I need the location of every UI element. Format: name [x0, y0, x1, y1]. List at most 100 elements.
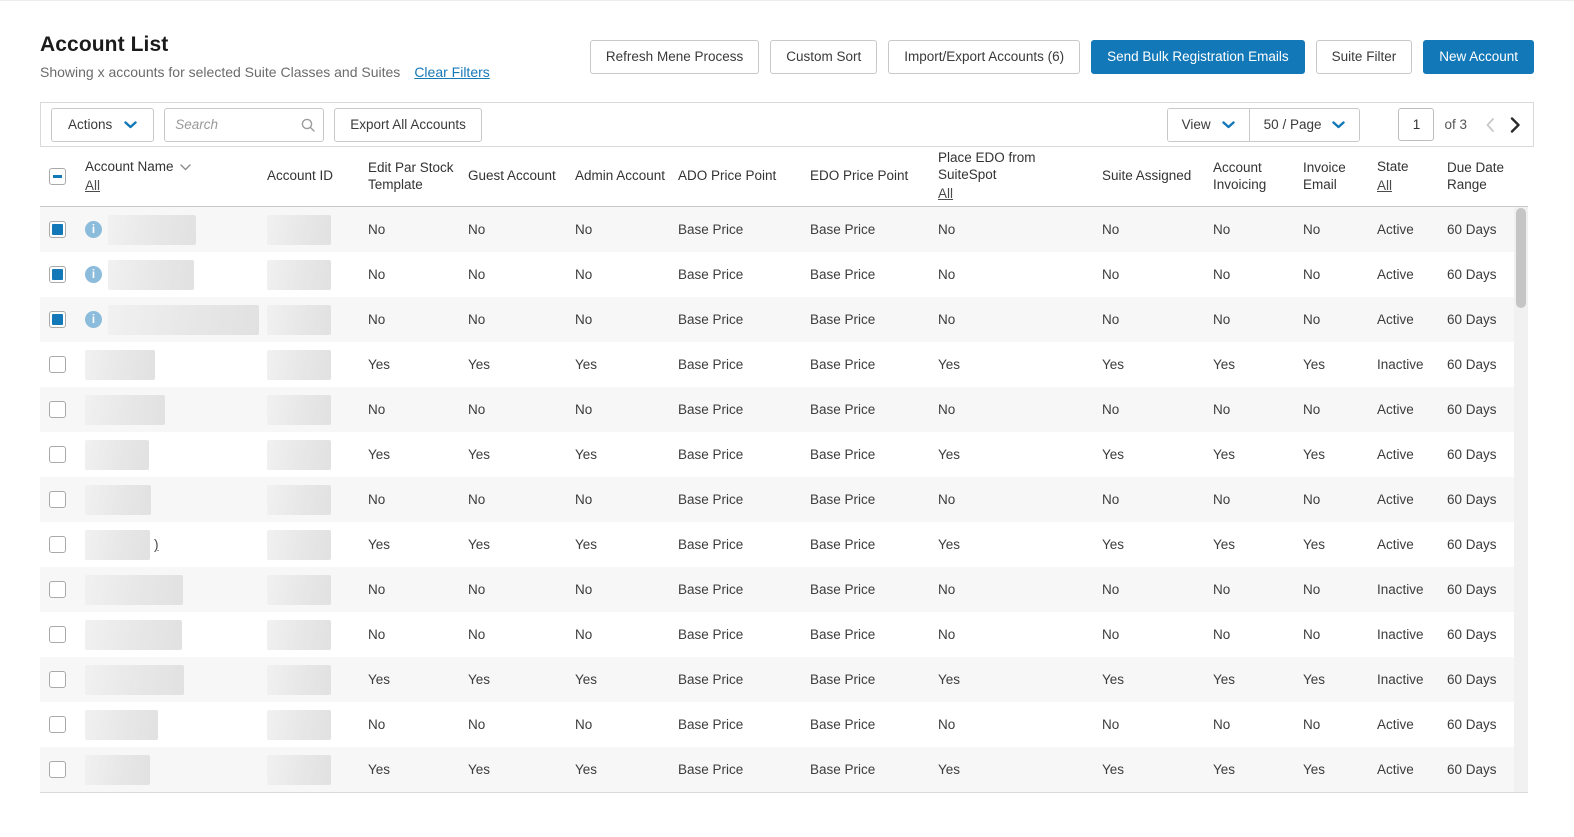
- admin-account-cell: No: [575, 312, 678, 327]
- state-value: Inactive: [1377, 357, 1424, 372]
- row-checkbox[interactable]: [49, 491, 66, 508]
- account-invoicing-value: Yes: [1213, 537, 1236, 552]
- view-dropdown[interactable]: View: [1167, 108, 1249, 141]
- edit-par-stock-cell: No: [368, 627, 468, 642]
- place-edo-value: Yes: [938, 357, 961, 372]
- account-invoicing-value: No: [1213, 627, 1231, 642]
- table-row: Yes Yes Yes Base Price Base Price Yes Yes Yes Ye…: [40, 657, 1514, 702]
- info-icon[interactable]: i: [85, 266, 102, 283]
- edo-price-point-value: Base Price: [810, 672, 876, 687]
- table-row: No No No Base Price Base Price No No No No Active…: [40, 477, 1514, 522]
- place-edo-cell: Yes: [938, 357, 1102, 372]
- suite-assigned-value: No: [1102, 222, 1120, 237]
- next-page-button[interactable]: [1507, 114, 1523, 136]
- row-checkbox[interactable]: [49, 446, 66, 463]
- row-checkbox[interactable]: [49, 581, 66, 598]
- row-checkbox[interactable]: [49, 536, 66, 553]
- column-label-row-admin_account: Admin Account: [575, 168, 670, 185]
- actions-label: Actions: [68, 117, 113, 132]
- suite-filter-button[interactable]: Suite Filter: [1315, 39, 1413, 74]
- place-edo-value: No: [938, 492, 956, 507]
- row-select-cell: [40, 401, 85, 418]
- row-checkbox[interactable]: [49, 401, 66, 418]
- edo-price-point-cell: Base Price: [810, 222, 938, 237]
- row-checkbox[interactable]: [49, 761, 66, 778]
- suite-assigned-value: No: [1102, 312, 1120, 327]
- row-checkbox[interactable]: [49, 716, 66, 733]
- guest-account-value: No: [468, 267, 486, 282]
- info-icon[interactable]: i: [85, 311, 102, 328]
- prev-page-button[interactable]: [1483, 115, 1497, 135]
- sort-chevron-down-icon: [179, 163, 191, 170]
- filter-all-link-place_edo[interactable]: All: [938, 186, 953, 203]
- column-header-suite_assigned: Suite Assigned: [1102, 168, 1213, 185]
- edo-price-point-value: Base Price: [810, 537, 876, 552]
- account-name-cell: [85, 574, 267, 605]
- edo-price-point-cell: Base Price: [810, 762, 938, 777]
- row-checkbox[interactable]: [49, 311, 66, 328]
- column-label-name[interactable]: Account Name: [85, 159, 174, 176]
- account-invoicing-cell: No: [1213, 717, 1303, 732]
- search-icon: [301, 118, 315, 132]
- per-page-label: 50 / Page: [1263, 117, 1322, 132]
- due-date-range-cell: 60 Days: [1447, 762, 1514, 777]
- suite-assigned-value: No: [1102, 402, 1120, 417]
- guest-account-cell: No: [468, 402, 575, 417]
- vertical-scrollbar[interactable]: [1514, 207, 1528, 792]
- pagination: of 3: [1398, 108, 1523, 141]
- place-edo-value: No: [938, 627, 956, 642]
- guest-account-value: Yes: [468, 357, 491, 372]
- state-value: Active: [1377, 222, 1414, 237]
- clear-filters-link[interactable]: Clear Filters: [414, 64, 489, 80]
- select-all-column-header: [40, 168, 85, 185]
- send-bulk-registration-emails-button[interactable]: Send Bulk Registration Emails: [1091, 39, 1305, 74]
- guest-account-cell: Yes: [468, 447, 575, 462]
- row-checkbox[interactable]: [49, 671, 66, 688]
- state-cell: Inactive: [1377, 582, 1447, 597]
- account-name-link-fragment[interactable]: ): [154, 537, 159, 552]
- edit-par-stock-value: No: [368, 717, 386, 732]
- info-icon[interactable]: i: [85, 221, 102, 238]
- invoice-email-cell: No: [1303, 627, 1377, 642]
- admin-account-value: Yes: [575, 357, 598, 372]
- guest-account-cell: Yes: [468, 672, 575, 687]
- admin-account-cell: Yes: [575, 357, 678, 372]
- row-checkbox[interactable]: [49, 626, 66, 643]
- filter-all-link-name[interactable]: All: [85, 178, 100, 195]
- account-id-cell: [267, 259, 368, 290]
- select-all-checkbox[interactable]: [49, 168, 66, 185]
- account-id-cell: [267, 664, 368, 695]
- actions-dropdown[interactable]: Actions: [51, 107, 155, 142]
- due-date-range-cell: 60 Days: [1447, 537, 1514, 552]
- new-account-button[interactable]: New Account: [1423, 39, 1534, 74]
- invoice-email-value: No: [1303, 267, 1321, 282]
- state-value: Inactive: [1377, 627, 1424, 642]
- edo-price-point-cell: Base Price: [810, 627, 938, 642]
- page-number-input[interactable]: [1398, 108, 1435, 141]
- due-date-range-value: 60 Days: [1447, 357, 1497, 372]
- edo-price-point-cell: Base Price: [810, 537, 938, 552]
- row-checkbox[interactable]: [49, 356, 66, 373]
- column-header-name: Account Name All: [85, 159, 267, 195]
- redacted-account-id: [267, 259, 331, 290]
- scrollbar-thumb[interactable]: [1516, 208, 1526, 308]
- account-invoicing-value: No: [1213, 267, 1231, 282]
- guest-account-cell: No: [468, 627, 575, 642]
- row-checkbox[interactable]: [49, 266, 66, 283]
- refresh-mene-process-button[interactable]: Refresh Mene Process: [589, 39, 760, 74]
- column-label-account_id: Account ID: [267, 168, 334, 184]
- edit-par-stock-cell: Yes: [368, 762, 468, 777]
- per-page-dropdown[interactable]: 50 / Page: [1248, 108, 1360, 141]
- edit-par-stock-cell: No: [368, 222, 468, 237]
- redacted-account-id: [267, 529, 331, 560]
- invoice-email-cell: Yes: [1303, 762, 1377, 777]
- export-all-accounts-button[interactable]: Export All Accounts: [334, 107, 482, 142]
- row-select-cell: [40, 671, 85, 688]
- chevron-down-icon: [1332, 120, 1346, 128]
- filter-all-link-state[interactable]: All: [1377, 178, 1392, 195]
- due-date-range-cell: 60 Days: [1447, 267, 1514, 282]
- import-export-accounts-button[interactable]: Import/Export Accounts (6): [888, 39, 1081, 74]
- account-name-cell: [85, 709, 267, 740]
- custom-sort-button[interactable]: Custom Sort: [770, 39, 878, 74]
- row-checkbox[interactable]: [49, 221, 66, 238]
